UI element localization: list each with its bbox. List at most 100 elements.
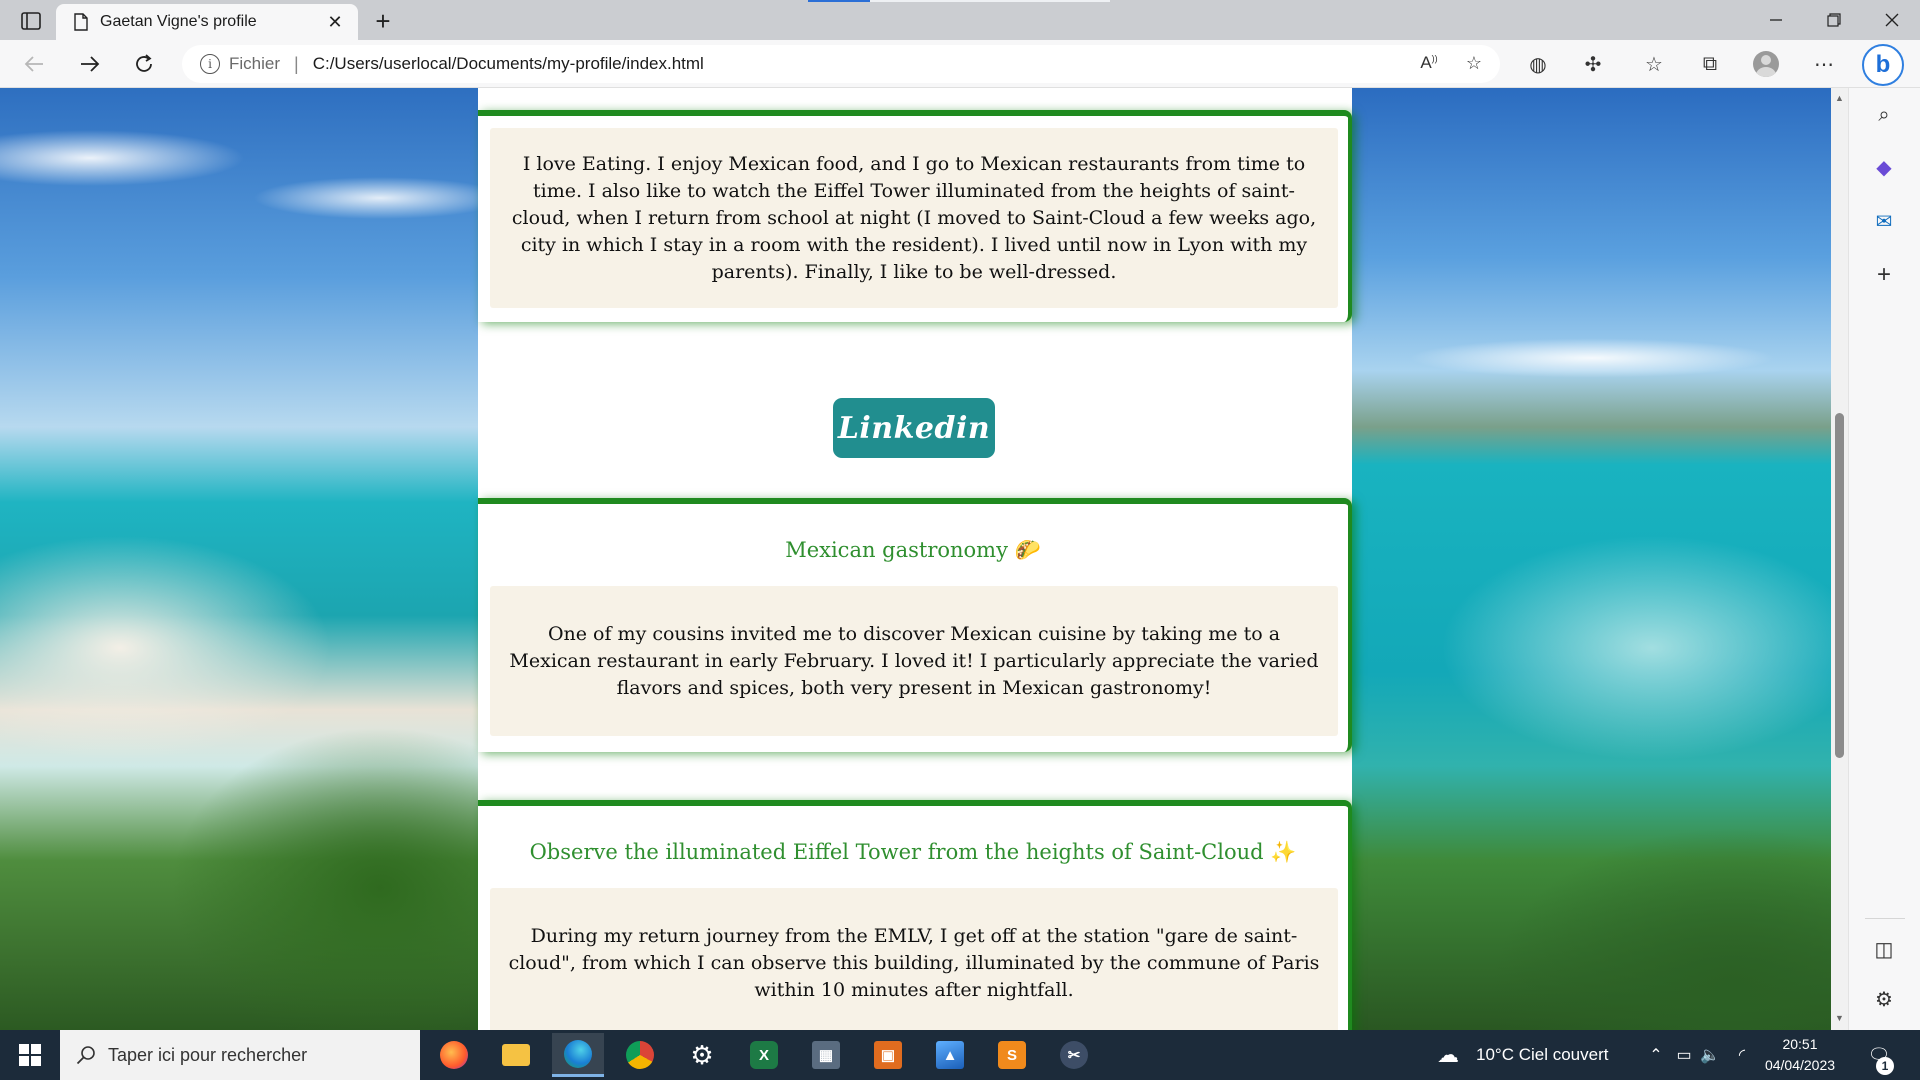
- back-button[interactable]: [16, 46, 52, 82]
- taco-icon: 🌮: [1014, 538, 1041, 562]
- search-icon: [76, 1046, 95, 1065]
- taskbar-calculator[interactable]: ▦: [800, 1033, 852, 1077]
- taskbar-edge[interactable]: [552, 1033, 604, 1077]
- beach-background-left: [0, 88, 478, 1030]
- address-bar[interactable]: i Fichier | C:/Users/userlocal/Documents…: [182, 45, 1500, 83]
- clock-time: 20:51: [1782, 1036, 1818, 1052]
- excel-icon: X: [750, 1041, 778, 1069]
- weather-cloud-icon[interactable]: ☁: [1436, 1042, 1460, 1067]
- favorites-button[interactable]: ☆: [1636, 46, 1672, 82]
- chevron-up-icon[interactable]: ⌃: [1644, 1043, 1668, 1067]
- scroll-down-arrow[interactable]: ▼: [1835, 1014, 1844, 1023]
- section-title: Mexican gastronomy 🌮: [478, 538, 1348, 563]
- restore-button[interactable]: [1806, 0, 1862, 40]
- minimize-icon: [1770, 19, 1782, 21]
- taskbar-powerpoint-app[interactable]: ▣: [862, 1033, 914, 1077]
- wifi-icon[interactable]: ◜: [1730, 1043, 1754, 1067]
- presentation-icon: ▣: [874, 1041, 902, 1069]
- add-favorite-button[interactable]: ☆: [1457, 46, 1491, 80]
- tab-title: Gaetan Vigne's profile: [100, 13, 257, 30]
- scroll-up-arrow[interactable]: ▲: [1835, 94, 1844, 103]
- sidebar-hide-button[interactable]: ◫: [1865, 930, 1903, 968]
- bing-icon: b: [1875, 51, 1891, 78]
- taskbar-photos[interactable]: ▲: [924, 1033, 976, 1077]
- scrollbar-thumb[interactable]: [1835, 413, 1844, 758]
- calculator-icon: ▦: [812, 1041, 840, 1069]
- outlook-icon: ✉: [1875, 210, 1893, 233]
- globe-icon: ◍: [1529, 53, 1547, 76]
- collections-button[interactable]: ⧉: [1692, 46, 1728, 82]
- browser-toolbar: i Fichier | C:/Users/userlocal/Documents…: [0, 40, 1920, 88]
- new-tab-button[interactable]: +: [368, 6, 398, 36]
- taskbar-settings[interactable]: ⚙: [676, 1033, 728, 1077]
- browser-tab-bar: Gaetan Vigne's profile ✕ +: [0, 0, 1920, 40]
- collections-icon: ⧉: [1702, 52, 1718, 75]
- sublime-icon: S: [998, 1041, 1026, 1069]
- minimize-button[interactable]: [1748, 0, 1804, 40]
- section-body: One of my cousins invited me to discover…: [490, 586, 1338, 736]
- linkedin-button[interactable]: Linkedin: [833, 398, 995, 458]
- taskbar-firefox[interactable]: [428, 1033, 480, 1077]
- page-scrollbar[interactable]: ▲ ▼: [1831, 88, 1848, 1030]
- sidebar-add-button[interactable]: +: [1865, 256, 1903, 294]
- sidebar-settings-button[interactable]: ⚙: [1865, 980, 1903, 1018]
- section-title-text: Mexican gastronomy: [785, 538, 1008, 562]
- taskbar-clock[interactable]: 20:51 04/04/2023: [1760, 1034, 1840, 1076]
- folder-icon: [502, 1044, 530, 1066]
- taskbar-file-explorer[interactable]: [490, 1033, 542, 1077]
- restore-icon: [1827, 13, 1841, 27]
- profile-button[interactable]: [1748, 46, 1784, 82]
- bing-chat-button[interactable]: b: [1862, 44, 1904, 86]
- close-tab-icon[interactable]: ✕: [324, 11, 346, 33]
- settings-menu-button[interactable]: ⋯: [1806, 46, 1842, 82]
- weather-text[interactable]: 10°C Ciel couvert: [1476, 1045, 1608, 1065]
- forward-arrow-icon: [81, 56, 100, 72]
- shopping-icon: ◆: [1876, 156, 1892, 179]
- taskbar-excel[interactable]: X: [738, 1033, 790, 1077]
- profile-content-column: I love Eating. I enjoy Mexican food, and…: [478, 88, 1352, 1030]
- section-card-eiffel-tower: Observe the illuminated Eiffel Tower fro…: [478, 800, 1352, 1030]
- edge-sidebar: ⌕ ◆ ✉ + ◫ ⚙: [1848, 88, 1920, 1030]
- gear-icon: ⚙: [690, 1039, 714, 1070]
- page-icon: [74, 13, 88, 31]
- taskbar-sublime-text[interactable]: S: [986, 1033, 1038, 1077]
- sidebar-outlook-button[interactable]: ✉: [1865, 202, 1903, 240]
- chrome-icon: [626, 1041, 654, 1069]
- info-icon[interactable]: i: [200, 54, 220, 74]
- taskbar-chrome[interactable]: [614, 1033, 666, 1077]
- plus-icon: +: [1876, 261, 1891, 288]
- read-aloud-button[interactable]: A)): [1412, 46, 1446, 80]
- forward-button[interactable]: [72, 46, 108, 82]
- star-add-icon: ☆: [1465, 52, 1483, 73]
- loading-indicator-track: [870, 0, 1110, 2]
- beach-background-right: [1352, 88, 1831, 1030]
- close-window-button[interactable]: [1864, 0, 1920, 40]
- clock-date: 04/04/2023: [1764, 1057, 1836, 1073]
- extensions-button[interactable]: ✣: [1575, 46, 1611, 82]
- address-separator: |: [294, 53, 299, 74]
- volume-icon[interactable]: 🔈: [1698, 1043, 1722, 1067]
- section-title-text: Observe the illuminated Eiffel Tower fro…: [529, 840, 1264, 864]
- sidebar-search-button[interactable]: ⌕: [1865, 96, 1903, 134]
- section-card-mexican-gastronomy: Mexican gastronomy 🌮 One of my cousins i…: [478, 498, 1352, 752]
- browser-essentials-button[interactable]: ◍: [1520, 46, 1556, 82]
- tab-actions-button[interactable]: [14, 8, 48, 34]
- search-icon: ⌕: [1878, 103, 1890, 126]
- avatar: [1753, 51, 1779, 77]
- browser-tab[interactable]: Gaetan Vigne's profile ✕: [56, 4, 358, 40]
- sidebar-shopping-button[interactable]: ◆: [1865, 148, 1903, 186]
- firefox-icon: [440, 1041, 468, 1069]
- taskbar-search[interactable]: Taper ici pour rechercher: [60, 1030, 420, 1080]
- start-button[interactable]: [0, 1030, 60, 1080]
- taskbar-snipping-tool[interactable]: ✂: [1048, 1033, 1100, 1077]
- refresh-button[interactable]: [126, 46, 162, 82]
- read-aloud-icon: A)): [1420, 53, 1438, 72]
- battery-icon[interactable]: ▭: [1672, 1043, 1696, 1067]
- windows-logo-icon: [19, 1044, 41, 1066]
- section-title: Observe the illuminated Eiffel Tower fro…: [478, 840, 1348, 865]
- address-url[interactable]: C:/Users/userlocal/Documents/my-profile/…: [313, 54, 704, 74]
- favorites-star-icon: ☆: [1645, 53, 1663, 76]
- page-viewport: I love Eating. I enjoy Mexican food, and…: [0, 88, 1831, 1030]
- sidebar-divider: [1865, 918, 1905, 919]
- close-icon: [1885, 13, 1899, 27]
